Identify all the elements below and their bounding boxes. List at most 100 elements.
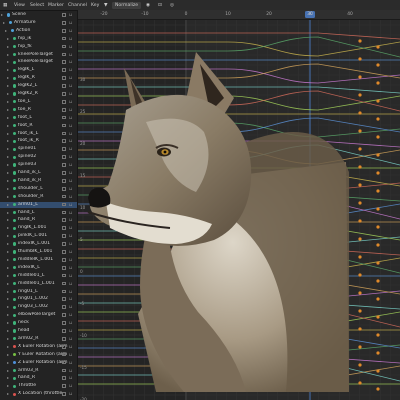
visibility-checkbox[interactable]	[62, 163, 66, 167]
channel-row[interactable]: ▸ arm03_R ⊔	[0, 368, 77, 374]
expand-arrow-icon[interactable]: ▸	[7, 320, 9, 326]
expand-arrow-icon[interactable]: ▸	[7, 383, 9, 389]
normalize-button[interactable]: Normalize	[112, 1, 142, 9]
lock-icon[interactable]: ⊔	[69, 107, 72, 113]
pivot-icon[interactable]: ◉	[146, 2, 150, 9]
visibility-checkbox[interactable]	[62, 13, 66, 17]
lock-icon[interactable]: ⊔	[69, 75, 72, 81]
channel-row[interactable]: ▸ kneePoleTarget ⊔	[0, 59, 77, 65]
lock-icon[interactable]: ⊔	[69, 320, 72, 326]
expand-arrow-icon[interactable]: ▸	[7, 154, 9, 160]
visibility-checkbox[interactable]	[62, 99, 66, 104]
lock-icon[interactable]: ⊔	[69, 281, 72, 287]
visibility-checkbox[interactable]	[62, 210, 66, 215]
expand-arrow-icon[interactable]: ▸	[7, 265, 9, 271]
channel-row[interactable]: ▸ hip_fk ⊔	[0, 44, 77, 50]
lock-icon[interactable]: ⊔	[69, 52, 72, 58]
channel-row[interactable]: ▸ toe_R ⊔	[0, 107, 77, 113]
expand-arrow-icon[interactable]: ▸	[7, 75, 9, 81]
menu-select[interactable]: Select	[30, 2, 44, 9]
expand-arrow-icon[interactable]: ▸	[7, 336, 9, 342]
visibility-checkbox[interactable]	[62, 36, 66, 41]
lock-icon[interactable]: ⊔	[69, 233, 72, 239]
lock-icon[interactable]: ⊔	[69, 383, 72, 389]
snap-icon[interactable]: ⊡	[158, 2, 162, 9]
lock-icon[interactable]: ⊔	[69, 344, 72, 350]
visibility-checkbox[interactable]	[62, 139, 66, 144]
expand-arrow-icon[interactable]: ▸	[7, 233, 9, 239]
visibility-checkbox[interactable]	[62, 305, 66, 310]
visibility-checkbox[interactable]	[62, 336, 66, 341]
expand-arrow-icon[interactable]: ▸	[7, 225, 9, 231]
visibility-checkbox[interactable]	[62, 250, 66, 254]
channel-row[interactable]: ▸ Action ⊔	[0, 28, 77, 34]
lock-icon[interactable]: ⊔	[69, 162, 72, 168]
lock-icon[interactable]: ⊔	[69, 210, 72, 216]
lock-icon[interactable]: ⊔	[69, 225, 72, 231]
channel-row[interactable]: ▸ pinkIK_L.001 ⊔	[0, 233, 77, 239]
channel-row[interactable]: ▸ foot_ik_L ⊔	[0, 131, 77, 137]
expand-arrow-icon[interactable]: ▸	[7, 178, 9, 184]
visibility-checkbox[interactable]	[62, 186, 66, 191]
expand-arrow-icon[interactable]: ▸	[7, 289, 9, 295]
lock-icon[interactable]: ⊔	[69, 138, 72, 144]
visibility-checkbox[interactable]	[62, 384, 66, 389]
visibility-checkbox[interactable]	[62, 171, 66, 175]
expand-arrow-icon[interactable]: ▸	[7, 217, 9, 223]
visibility-checkbox[interactable]	[62, 218, 66, 223]
channel-row[interactable]: ▸ legIK2_R ⊔	[0, 91, 77, 97]
channel-row[interactable]: ▸ toe_L ⊔	[0, 99, 77, 105]
visibility-checkbox[interactable]	[62, 60, 66, 65]
lock-icon[interactable]: ⊔	[69, 115, 72, 121]
filter-icon[interactable]: ▼	[104, 2, 108, 9]
lock-icon[interactable]: ⊔	[69, 257, 72, 263]
channel-row[interactable]: ▸ hip_ik ⊔	[0, 36, 77, 42]
lock-icon[interactable]: ⊔	[69, 12, 72, 18]
visibility-checkbox[interactable]	[62, 257, 66, 262]
visibility-checkbox[interactable]	[62, 226, 66, 231]
expand-arrow-icon[interactable]: ▸	[7, 67, 9, 73]
visibility-checkbox[interactable]	[62, 273, 66, 278]
lock-icon[interactable]: ⊔	[69, 241, 72, 247]
visibility-checkbox[interactable]	[62, 344, 66, 349]
channel-row[interactable]: ▸ spine01 ⊔	[0, 146, 77, 152]
channel-row[interactable]: ▸ indexIK_L ⊔	[0, 265, 77, 271]
expand-arrow-icon[interactable]: ▸	[7, 194, 9, 200]
visibility-checkbox[interactable]	[62, 281, 66, 286]
expand-arrow-icon[interactable]: ▸	[7, 186, 9, 192]
expand-arrow-icon[interactable]: ▸	[7, 59, 9, 65]
visibility-checkbox[interactable]	[62, 76, 66, 80]
expand-arrow-icon[interactable]: ▸	[5, 28, 7, 34]
lock-icon[interactable]: ⊔	[69, 194, 72, 200]
visibility-checkbox[interactable]	[62, 84, 66, 88]
visibility-checkbox[interactable]	[62, 313, 66, 317]
expand-arrow-icon[interactable]: ▸	[7, 304, 9, 310]
visibility-checkbox[interactable]	[62, 360, 66, 365]
channel-row[interactable]: ▸ arm02_R ⊔	[0, 336, 77, 342]
lock-icon[interactable]: ⊔	[69, 44, 72, 50]
expand-arrow-icon[interactable]: ▸	[7, 210, 9, 216]
lock-icon[interactable]: ⊔	[69, 360, 72, 366]
lock-icon[interactable]: ⊔	[69, 202, 72, 208]
lock-icon[interactable]: ⊔	[69, 368, 72, 374]
expand-arrow-icon[interactable]: ▸	[7, 257, 9, 263]
visibility-checkbox[interactable]	[62, 52, 66, 57]
visibility-checkbox[interactable]	[62, 297, 66, 302]
visibility-checkbox[interactable]	[62, 265, 66, 270]
visibility-checkbox[interactable]	[62, 376, 66, 381]
channel-row[interactable]: ▸ ringIK_L.001 ⊔	[0, 225, 77, 231]
expand-arrow-icon[interactable]: ▸	[7, 360, 9, 366]
channel-row[interactable]: ▸ legIK2_L ⊔	[0, 83, 77, 89]
lock-icon[interactable]: ⊔	[69, 170, 72, 176]
lock-icon[interactable]: ⊔	[69, 99, 72, 105]
visibility-checkbox[interactable]	[62, 131, 66, 136]
channel-row[interactable]: ▸ neck ⊔	[0, 320, 77, 326]
lock-icon[interactable]: ⊔	[69, 178, 72, 184]
expand-arrow-icon[interactable]: ▸	[7, 328, 9, 334]
channel-row[interactable]: ▸ elbowPoleTarget ⊔	[0, 312, 77, 318]
visibility-checkbox[interactable]	[62, 194, 66, 199]
expand-arrow-icon[interactable]: ▸	[7, 123, 9, 129]
channel-row[interactable]: ▸ head ⊔	[0, 328, 77, 334]
expand-arrow-icon[interactable]: ▸	[7, 312, 9, 318]
lock-icon[interactable]: ⊔	[69, 312, 72, 318]
